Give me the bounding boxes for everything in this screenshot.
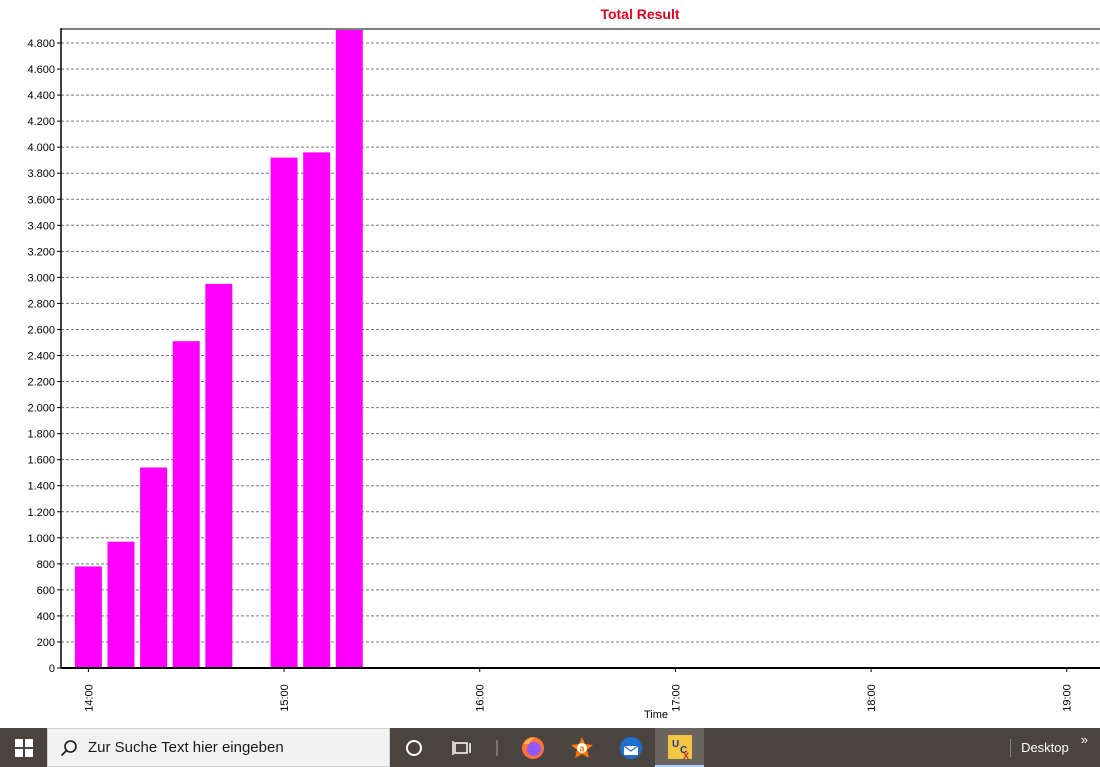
desktop-label: Desktop [1021, 740, 1069, 755]
bar [140, 467, 168, 668]
y-tick-label: 4.600 [27, 64, 55, 76]
taskbar-app-firefox[interactable] [508, 728, 557, 767]
task-view-icon [452, 740, 471, 755]
y-tick-label: 3.800 [27, 168, 55, 180]
chevron-right-icon[interactable]: » [1081, 732, 1088, 747]
windows-logo-icon [14, 738, 33, 757]
y-tick-label: 2.000 [27, 403, 55, 415]
taskbar-app-avast[interactable]: a [557, 728, 606, 767]
svg-text:X: X [683, 751, 689, 760]
start-button[interactable] [0, 728, 47, 767]
bar [270, 157, 298, 668]
x-tick-label: 19:00 [1062, 684, 1074, 712]
x-tick-label: 15:00 [279, 684, 291, 712]
svg-text:U: U [672, 739, 679, 750]
y-tick-label: 1.200 [27, 507, 55, 519]
taskbar-app-ucx[interactable]: U C X [655, 728, 704, 767]
y-tick-label: 800 [37, 559, 55, 571]
firefox-icon [521, 736, 544, 759]
search-box[interactable]: Zur Suche Text hier eingeben [47, 728, 390, 767]
chart-title: Total Result [600, 6, 679, 22]
y-tick-label: 3.200 [27, 246, 55, 258]
x-axis-label: Time [644, 709, 668, 721]
y-tick-label: 2.200 [27, 377, 55, 389]
desktop-separator [1010, 738, 1012, 757]
y-tick-label: 1.600 [27, 455, 55, 467]
y-tick-label: 4.800 [27, 38, 55, 50]
y-tick-label: 2.800 [27, 298, 55, 310]
x-tick-label: 14:00 [83, 684, 95, 712]
cortana-button[interactable] [390, 728, 438, 767]
y-tick-label: 4.400 [27, 90, 55, 102]
x-tick-label: 16:00 [475, 684, 487, 712]
thunderbird-icon [619, 736, 642, 759]
y-tick-label: 200 [37, 637, 55, 649]
bar [74, 566, 102, 668]
total-result-chart: Total Result 0 200 400 600 800 1.000 1.200 1.400… [27, 6, 1100, 721]
taskbar-separator [496, 739, 498, 756]
y-tick-label: 1.400 [27, 481, 55, 493]
y-tick-label: 2.400 [27, 351, 55, 363]
y-tick-label: 4.000 [27, 142, 55, 154]
y-tick-label: 2.600 [27, 324, 55, 336]
y-tick-label: 3.400 [27, 220, 55, 232]
y-tick-label: 0 [49, 663, 55, 675]
y-tick-label: 1.800 [27, 429, 55, 441]
cortana-circle-icon [406, 739, 422, 756]
ucx-app-icon: U C X [667, 734, 692, 760]
bar [303, 152, 331, 668]
y-tick-label: 1.000 [27, 533, 55, 545]
search-placeholder: Zur Suche Text hier eingeben [88, 739, 284, 756]
taskbar-app-thunderbird[interactable] [606, 728, 655, 767]
bar [335, 30, 363, 668]
y-tick-label: 3.000 [27, 272, 55, 284]
search-icon [60, 739, 77, 756]
desktop-toolbar[interactable]: Desktop » [1010, 728, 1100, 767]
y-tick-label: 600 [37, 585, 55, 597]
y-tick-label: 3.600 [27, 194, 55, 206]
x-tick-label: 18:00 [866, 684, 878, 712]
bar [107, 541, 135, 668]
y-tick-label: 4.200 [27, 116, 55, 128]
y-tick-label: 400 [37, 611, 55, 623]
taskbar: Zur Suche Text hier eingeben a U C X Des… [0, 728, 1100, 767]
bar [172, 341, 200, 668]
x-tick-label: 17:00 [670, 684, 682, 712]
task-view-button[interactable] [438, 728, 486, 767]
chart-area: Total Result 0 200 400 600 800 1.000 1.200 1.400… [0, 0, 1100, 728]
bar [205, 283, 233, 668]
avast-icon: a [570, 736, 593, 758]
